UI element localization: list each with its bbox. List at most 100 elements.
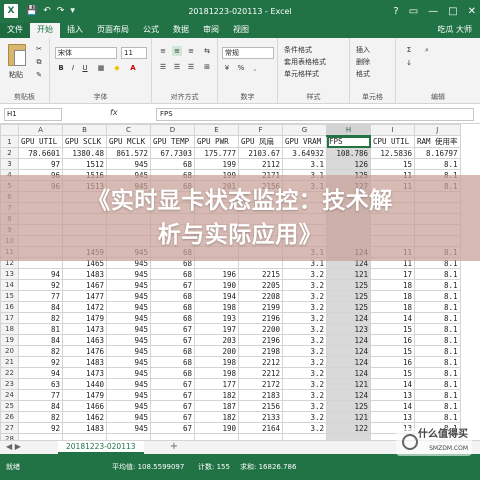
- table-cell[interactable]: 1440: [62, 378, 107, 390]
- table-cell[interactable]: 8.1: [414, 279, 461, 291]
- align-left-icon[interactable]: ☰: [158, 62, 168, 72]
- row-header[interactable]: 15: [0, 290, 19, 302]
- table-cell[interactable]: 3.2: [282, 279, 327, 291]
- row-header[interactable]: 19: [0, 334, 19, 346]
- table-cell[interactable]: 3.2: [282, 345, 327, 357]
- table-cell[interactable]: 200: [194, 345, 239, 357]
- table-cell[interactable]: 18: [370, 279, 415, 291]
- table-cell[interactable]: 945: [106, 367, 151, 379]
- row-header[interactable]: 25: [0, 400, 19, 412]
- row-header[interactable]: 26: [0, 411, 19, 423]
- table-cell[interactable]: 190: [194, 279, 239, 291]
- column-header-j[interactable]: J: [414, 124, 461, 136]
- table-cell[interactable]: 14: [370, 400, 415, 412]
- table-cell[interactable]: 92: [18, 422, 63, 434]
- conditional-formatting-button[interactable]: 条件格式: [284, 45, 312, 56]
- table-cell[interactable]: FPS: [326, 135, 371, 148]
- table-cell[interactable]: 945: [106, 389, 151, 401]
- table-cell[interactable]: 82: [18, 312, 63, 324]
- align-bottom-icon[interactable]: ≡: [186, 46, 196, 56]
- table-cell[interactable]: 861.572: [106, 147, 151, 159]
- table-cell[interactable]: 77: [18, 389, 63, 401]
- cell-styles-button[interactable]: 单元格样式: [284, 69, 319, 80]
- table-cell[interactable]: 8.1: [414, 378, 461, 390]
- tab-formulas[interactable]: 公式: [136, 23, 166, 38]
- customize-icon[interactable]: ▾: [70, 6, 75, 16]
- table-cell[interactable]: 14: [370, 312, 415, 324]
- table-cell[interactable]: GPU TEMP: [150, 135, 195, 148]
- column-header-g[interactable]: G: [282, 124, 327, 136]
- align-top-icon[interactable]: ≡: [158, 46, 168, 56]
- table-cell[interactable]: 1473: [62, 367, 107, 379]
- sheet-nav-arrows[interactable]: ◀ ▶: [6, 442, 21, 451]
- table-cell[interactable]: 1477: [62, 290, 107, 302]
- table-cell[interactable]: 82: [18, 345, 63, 357]
- tab-home[interactable]: 开始: [30, 23, 60, 38]
- fx-icon[interactable]: fx: [110, 108, 118, 117]
- table-cell[interactable]: 8.1: [414, 411, 461, 423]
- add-sheet-button[interactable]: +: [168, 441, 180, 453]
- column-header-b[interactable]: B: [62, 124, 107, 136]
- spreadsheet-grid[interactable]: A B C D E F G H I J 1 GPU UTIL GPU SCLK GPU…: [0, 124, 480, 440]
- table-cell[interactable]: 2200: [238, 323, 283, 335]
- align-middle-icon[interactable]: ≡: [172, 46, 182, 56]
- insert-cells-button[interactable]: 插入: [356, 45, 370, 56]
- table-cell[interactable]: 945: [106, 279, 151, 291]
- table-cell[interactable]: 8.1: [414, 389, 461, 401]
- table-cell[interactable]: 67: [150, 323, 195, 335]
- row-header[interactable]: 16: [0, 301, 19, 313]
- table-cell[interactable]: 15: [370, 345, 415, 357]
- table-cell[interactable]: 945: [106, 356, 151, 368]
- row-header[interactable]: 3: [0, 158, 19, 170]
- autosum-button[interactable]: Σ: [404, 45, 414, 55]
- table-cell[interactable]: 84: [18, 334, 63, 346]
- table-cell[interactable]: 94: [18, 367, 63, 379]
- comma-button[interactable]: ,: [250, 63, 260, 73]
- format-as-table-button[interactable]: 套用表格格式: [284, 57, 326, 68]
- table-cell[interactable]: 945: [106, 290, 151, 302]
- table-cell[interactable]: 945: [106, 378, 151, 390]
- merge-cells-icon[interactable]: ⊞: [202, 62, 212, 72]
- table-cell[interactable]: 92: [18, 356, 63, 368]
- table-cell[interactable]: 121: [326, 411, 371, 423]
- delete-cells-button[interactable]: 删除: [356, 57, 370, 68]
- table-cell[interactable]: 8.1: [414, 367, 461, 379]
- table-cell[interactable]: GPU UTIL: [18, 135, 63, 148]
- table-cell[interactable]: 1463: [62, 334, 107, 346]
- table-cell[interactable]: 945: [106, 158, 151, 170]
- table-cell[interactable]: 1466: [62, 400, 107, 412]
- name-box[interactable]: H1: [4, 108, 62, 121]
- table-cell[interactable]: 68: [150, 290, 195, 302]
- table-cell[interactable]: 3.2: [282, 411, 327, 423]
- row-header[interactable]: 17: [0, 312, 19, 324]
- table-cell[interactable]: 67: [150, 422, 195, 434]
- paste-button[interactable]: 粘贴: [9, 70, 23, 81]
- table-cell[interactable]: 1467: [62, 279, 107, 291]
- tab-view[interactable]: 视图: [226, 23, 256, 38]
- table-cell[interactable]: 1483: [62, 268, 107, 280]
- table-cell[interactable]: 177: [194, 378, 239, 390]
- table-cell[interactable]: 14: [370, 378, 415, 390]
- table-cell[interactable]: 182: [194, 389, 239, 401]
- table-cell[interactable]: 1473: [62, 323, 107, 335]
- table-cell[interactable]: 13: [370, 411, 415, 423]
- tab-review[interactable]: 审阅: [196, 23, 226, 38]
- table-cell[interactable]: 16: [370, 334, 415, 346]
- table-cell[interactable]: 125: [326, 400, 371, 412]
- table-cell[interactable]: 12.5836: [370, 147, 415, 159]
- wrap-text-icon[interactable]: ⇆: [202, 46, 212, 56]
- column-header-h[interactable]: H: [326, 124, 371, 137]
- tab-insert[interactable]: 插入: [60, 23, 90, 38]
- column-header-f[interactable]: F: [238, 124, 283, 136]
- table-cell[interactable]: 67.7303: [150, 147, 195, 159]
- table-cell[interactable]: 3.2: [282, 356, 327, 368]
- table-cell[interactable]: 8.1: [414, 323, 461, 335]
- table-cell[interactable]: 3.1: [282, 158, 327, 170]
- table-cell[interactable]: 2205: [238, 279, 283, 291]
- minimize-icon[interactable]: —: [428, 6, 438, 17]
- table-cell[interactable]: CPU UTIL: [370, 135, 415, 148]
- find-icon[interactable]: ⌕: [422, 45, 432, 55]
- row-header[interactable]: 27: [0, 422, 19, 434]
- table-cell[interactable]: 13: [370, 389, 415, 401]
- table-cell[interactable]: 67: [150, 389, 195, 401]
